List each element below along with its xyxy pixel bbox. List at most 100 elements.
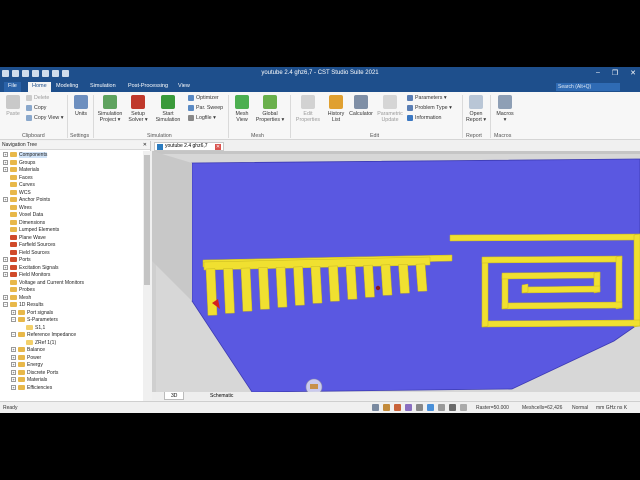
tree-item[interactable]: Wires <box>3 205 32 213</box>
transparency-icon[interactable] <box>449 404 456 411</box>
tree-expander-icon[interactable]: + <box>11 354 16 360</box>
tree-expander-icon[interactable] <box>3 280 8 285</box>
tree-expander-icon[interactable]: + <box>3 257 8 263</box>
tree-item[interactable]: Voxel Data <box>3 212 43 220</box>
calculator-button[interactable]: Calculator <box>348 95 374 117</box>
tree-expander-icon[interactable]: + <box>11 369 16 375</box>
minimize-button[interactable]: – <box>596 69 600 77</box>
open-report-button[interactable]: Open Report ▾ <box>465 95 487 123</box>
parameters-button[interactable]: Parameters ▾ <box>407 94 447 102</box>
scrollbar-thumb[interactable] <box>144 155 150 285</box>
optimizer-button[interactable]: Optimizer <box>188 94 219 102</box>
tab-3d[interactable]: 3D <box>164 392 185 400</box>
model-view[interactable] <box>152 151 640 392</box>
tab-simulation[interactable]: Simulation <box>86 82 120 92</box>
tree-item[interactable]: Dimensions <box>3 220 45 228</box>
tree-item[interactable]: Field Sources <box>3 250 50 258</box>
tree-item[interactable]: + Materials <box>3 167 39 175</box>
tree-expander-icon[interactable]: − <box>11 317 16 323</box>
maximize-button[interactable]: ❐ <box>612 69 618 77</box>
tree-expander-icon[interactable] <box>19 325 24 330</box>
edit-properties-button[interactable]: Edit Properties <box>294 95 322 123</box>
problem-type-button[interactable]: Problem Type ▾ <box>407 104 452 112</box>
tree-expander-icon[interactable]: − <box>11 332 16 338</box>
tree-expander-icon[interactable] <box>3 250 8 255</box>
tree-expander-icon[interactable]: − <box>3 302 8 308</box>
tab-modeling[interactable]: Modeling <box>52 82 82 92</box>
tree-item[interactable]: S1,1 <box>19 325 45 333</box>
tree-item[interactable]: + Ports <box>3 257 31 265</box>
wcs-icon[interactable] <box>405 404 412 411</box>
tree-expander-icon[interactable]: + <box>3 167 8 173</box>
tree-scrollbar[interactable] <box>143 151 151 403</box>
bounding-box-icon[interactable] <box>427 404 434 411</box>
tree-item[interactable]: + Groups <box>3 160 35 168</box>
tree-item[interactable]: + Excitation Signals <box>3 265 58 273</box>
tab-schematic[interactable]: Schematic <box>204 392 239 400</box>
tree-item[interactable]: Plane Wave <box>3 235 46 243</box>
tree-item[interactable]: + Discrete Ports <box>11 370 58 378</box>
tree-item[interactable]: + Efficiencies <box>11 385 52 393</box>
view-mode-icon[interactable] <box>372 404 379 411</box>
paste-button[interactable]: Paste <box>5 95 21 117</box>
tree-item[interactable]: Faces <box>3 175 33 183</box>
tree-item[interactable]: Lumped Elements <box>3 227 59 235</box>
tree-expander-icon[interactable] <box>3 287 8 292</box>
tab-home[interactable]: Home <box>28 82 51 92</box>
par-sweep-button[interactable]: Par. Sweep <box>188 104 223 112</box>
tree-expander-icon[interactable]: + <box>11 309 16 315</box>
copy-button[interactable]: Copy <box>26 104 46 112</box>
tree-item[interactable]: − Reference Impedance <box>11 332 76 340</box>
simulation-project-button[interactable]: Simulation Project ▾ <box>95 95 125 123</box>
tree-item[interactable]: + Materials <box>11 377 47 385</box>
information-button[interactable]: Information <box>407 114 442 122</box>
tree-item[interactable]: + Energy <box>11 362 43 370</box>
outline-icon[interactable] <box>460 404 467 411</box>
close-tab-icon[interactable]: ✕ <box>215 144 221 150</box>
tree-expander-icon[interactable]: + <box>11 384 16 390</box>
tree-expander-icon[interactable]: + <box>3 197 8 203</box>
mesh-view-button[interactable]: Mesh View <box>232 95 252 123</box>
setup-solver-button[interactable]: Setup Solver ▾ <box>127 95 149 123</box>
tree-expander-icon[interactable] <box>3 190 8 195</box>
tree-expander-icon[interactable] <box>3 212 8 217</box>
tree-item[interactable]: + Anchor Points <box>3 197 50 205</box>
global-properties-button[interactable]: Global Properties ▾ <box>254 95 286 123</box>
tree-expander-icon[interactable]: + <box>3 152 8 158</box>
tree-expander-icon[interactable]: + <box>11 362 16 368</box>
tab-file[interactable]: File <box>4 82 21 92</box>
tree-item[interactable]: + Balance <box>11 347 45 355</box>
tree-expander-icon[interactable] <box>3 242 8 247</box>
tree-expander-icon[interactable]: + <box>11 377 16 383</box>
tree-item[interactable]: − S-Parameters <box>11 317 58 325</box>
tree-item[interactable]: Probes <box>3 287 35 295</box>
macros-button[interactable]: Macros ▾ <box>493 95 517 123</box>
copy-view-button[interactable]: Copy View ▾ <box>26 114 63 122</box>
3d-viewport[interactable] <box>152 151 640 392</box>
tree-expander-icon[interactable]: + <box>3 294 8 300</box>
history-list-button[interactable]: History List <box>325 95 347 123</box>
tree-item[interactable]: Voltage and Current Monitors <box>3 280 84 288</box>
delete-button[interactable]: Delete <box>26 94 49 102</box>
pick-icon[interactable] <box>383 404 390 411</box>
tree-expander-icon[interactable]: + <box>11 347 16 353</box>
tab-view[interactable]: View <box>174 82 194 92</box>
tree-expander-icon[interactable] <box>3 227 8 232</box>
tree-item[interactable]: + Field Monitors <box>3 272 50 280</box>
cut-plane-icon[interactable] <box>416 404 423 411</box>
start-simulation-button[interactable]: Start Simulation <box>153 95 183 123</box>
mesh-view-status-icon[interactable] <box>394 404 401 411</box>
tree-item[interactable]: + Components <box>3 152 48 160</box>
tree-item[interactable]: Curves <box>3 182 35 190</box>
tree-expander-icon[interactable] <box>3 175 8 180</box>
tree-expander-icon[interactable]: + <box>3 159 8 165</box>
tree-item[interactable]: + Mesh <box>3 295 31 303</box>
tree-item[interactable]: + Power <box>11 355 41 363</box>
document-tab[interactable]: youtube 2.4 ghz6,7 ✕ <box>154 142 224 151</box>
units-button[interactable]: Units <box>72 95 90 117</box>
tree-expander-icon[interactable] <box>19 340 24 345</box>
tree-expander-icon[interactable] <box>3 205 8 210</box>
tab-post-processing[interactable]: Post-Processing <box>124 82 172 92</box>
tree-item[interactable]: + Port signals <box>11 310 53 318</box>
search-input[interactable]: Search (Alt+Q) <box>556 83 620 91</box>
